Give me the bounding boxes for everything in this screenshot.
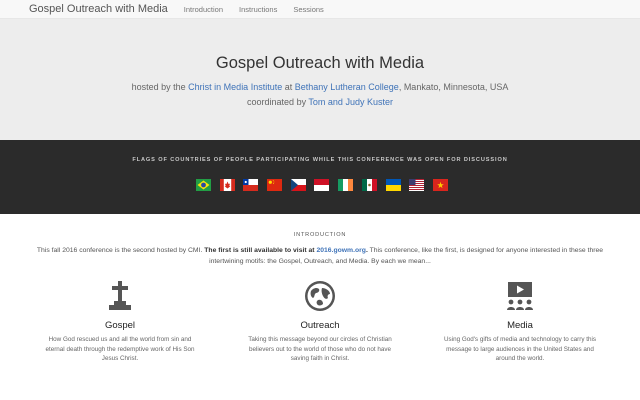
motif-title-gospel: Gospel xyxy=(104,320,136,331)
page-title: Gospel Outreach with Media xyxy=(215,54,425,72)
ukraine-flag xyxy=(385,179,401,191)
motif-title-outreach: Outreach xyxy=(300,320,340,331)
ireland-flag xyxy=(338,179,354,191)
czech-flag xyxy=(290,179,306,191)
introduction-text: This fall 2016 conference is the second … xyxy=(30,246,610,267)
chile-flag xyxy=(243,179,259,191)
indonesia-flag xyxy=(314,179,330,191)
motif-outreach: Outreach Taking this message beyond our … xyxy=(240,279,400,364)
intro-text-bold: The first is still available to visit at xyxy=(204,247,317,254)
canada-flag xyxy=(219,179,235,191)
nav-link-sessions[interactable]: Sessions xyxy=(293,5,323,14)
navbar: Gospel Outreach with Media Introduction … xyxy=(0,0,640,19)
motif-text-media: Using God's gifts of media and technolog… xyxy=(443,336,597,362)
college-link[interactable]: Bethany Lutheran College xyxy=(295,82,399,92)
hosted-by-line: hosted by the Christ in Media Institute … xyxy=(0,82,640,92)
motif-title-media: Media xyxy=(507,320,533,331)
vietnam-flag xyxy=(432,179,448,191)
china-flag xyxy=(267,179,283,191)
globe-icon xyxy=(305,281,335,311)
flags-heading: FLAGS OF COUNTRIES OF PEOPLE PARTICIPATI… xyxy=(132,157,508,163)
coordinator-link[interactable]: Tom and Judy Kuster xyxy=(308,97,393,107)
coord-prefix: coordinated by xyxy=(247,97,309,107)
brazil-flag xyxy=(196,179,211,191)
hosted-suffix: , Mankato, Minnesota, USA xyxy=(398,82,509,92)
cross-grave-icon xyxy=(109,281,131,310)
hero-section: Gospel Outreach with Media hosted by the… xyxy=(0,19,640,140)
intro-text-part1: This fall 2016 conference is the second … xyxy=(36,247,205,254)
coordinated-by-line: coordinated by Tom and Judy Kuster xyxy=(0,97,640,107)
usa-flag xyxy=(409,179,425,191)
nav-link-instructions[interactable]: Instructions xyxy=(239,5,277,14)
flags-section: FLAGS OF COUNTRIES OF PEOPLE PARTICIPATI… xyxy=(0,140,640,214)
motif-gospel: Gospel How God rescued us and all the wo… xyxy=(40,279,200,364)
motif-text-outreach: Taking this message beyond our circles o… xyxy=(248,336,392,362)
hosted-prefix: hosted by the xyxy=(131,82,189,92)
nav-link-introduction[interactable]: Introduction xyxy=(184,5,223,14)
host-link[interactable]: Christ in Media Institute xyxy=(188,82,282,92)
introduction-heading: INTRODUCTION xyxy=(293,232,347,238)
motif-media: Media Using God's gifts of media and tec… xyxy=(440,279,600,364)
presentation-icon xyxy=(507,282,533,310)
flags-row xyxy=(196,179,448,191)
navbar-brand[interactable]: Gospel Outreach with Media xyxy=(29,3,168,15)
mexico-flag xyxy=(361,179,377,191)
nav-links: Introduction Instructions Sessions xyxy=(184,5,340,14)
hosted-mid: at xyxy=(282,82,295,92)
first-conference-link[interactable]: 2016.gowm.org xyxy=(316,247,365,254)
motif-text-gospel: How God rescued us and all the world fro… xyxy=(45,336,195,362)
